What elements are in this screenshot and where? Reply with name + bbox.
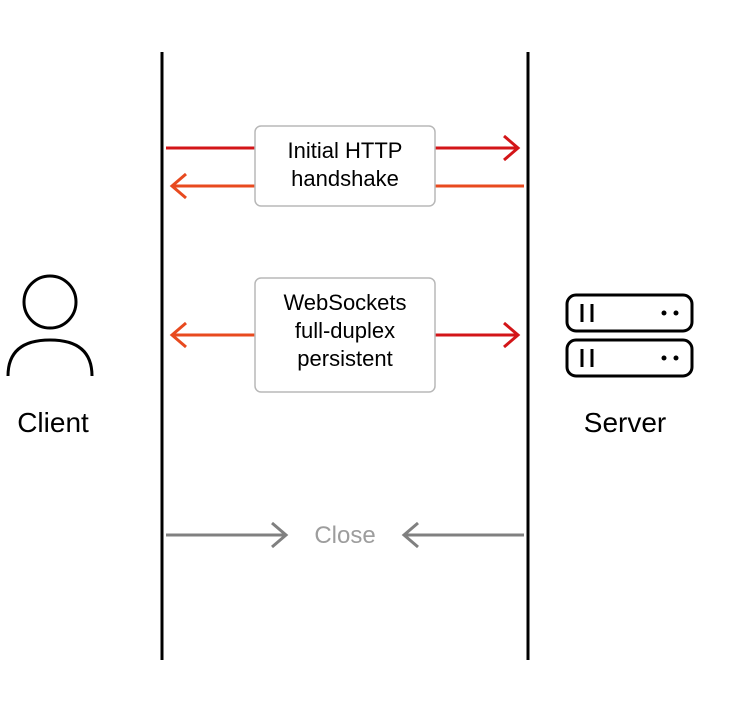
server-icon (567, 295, 692, 376)
close-label: Close (314, 522, 375, 549)
duplex-text-line2: full-duplex (295, 318, 395, 343)
close-right-arrow (404, 523, 524, 547)
duplex-left-arrow (172, 323, 255, 347)
handshake-text-line1: Initial HTTP (288, 138, 403, 163)
duplex-text-line1: WebSockets (283, 290, 406, 315)
client-label: Client (17, 407, 89, 438)
handshake-text-line2: handshake (291, 166, 399, 191)
close-left-arrow (166, 523, 286, 547)
duplex-text-line3: persistent (297, 346, 392, 371)
server-label: Server (584, 407, 666, 438)
user-icon (8, 276, 92, 376)
duplex-right-arrow (435, 323, 518, 347)
